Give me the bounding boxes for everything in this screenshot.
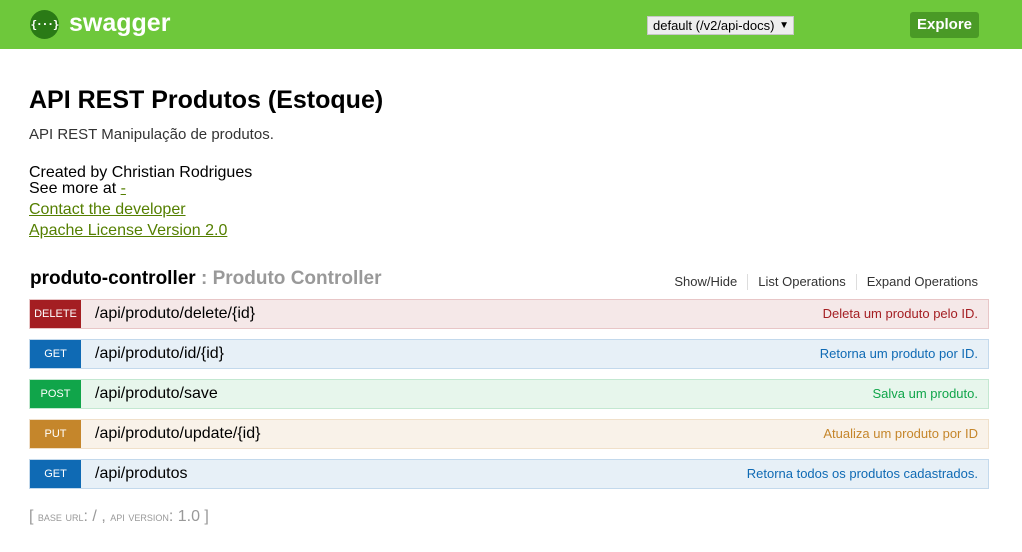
method-badge[interactable]: PUT — [30, 420, 81, 448]
see-more-link[interactable]: - — [121, 180, 126, 197]
method-badge[interactable]: DELETE — [30, 300, 81, 328]
method-badge[interactable]: POST — [30, 380, 81, 408]
method-badge[interactable]: GET — [30, 340, 81, 368]
operation-path[interactable]: /api/produto/delete/{id} — [95, 300, 255, 328]
base-url-label: base url — [37, 509, 84, 524]
resource-options: Show/Hide List Operations Expand Operati… — [664, 274, 988, 290]
operation-summary[interactable]: Deleta um produto pelo ID. — [823, 300, 978, 328]
operation-path[interactable]: /api/produto/save — [95, 380, 218, 408]
swagger-logo-text[interactable]: swagger — [69, 9, 170, 38]
operation-path[interactable]: /api/produto/id/{id} — [95, 340, 224, 368]
expand-operations-link[interactable]: Expand Operations — [855, 274, 988, 290]
footer-close-bracket: ] — [204, 508, 209, 525]
resource-separator: : — [195, 268, 213, 289]
operation-path[interactable]: /api/produto/update/{id} — [95, 420, 260, 448]
resource-name[interactable]: produto-controller — [30, 268, 196, 289]
resource-heading[interactable]: produto-controller : Produto Controller — [30, 268, 381, 290]
show-hide-link[interactable]: Show/Hide — [664, 274, 747, 290]
operation-summary[interactable]: Retorna um produto por ID. — [820, 340, 978, 368]
explore-button[interactable]: Explore — [910, 12, 979, 38]
contact-developer-link[interactable]: Contact the developer — [29, 201, 186, 219]
see-more-line: See more at - — [29, 180, 126, 198]
footer-open-bracket: [ — [29, 508, 38, 525]
base-url-value: : / , — [83, 508, 111, 525]
operation-row-put[interactable]: PUT /api/produto/update/{id} Atualiza um… — [29, 419, 989, 449]
api-description: API REST Manipulação de produtos. — [29, 126, 274, 143]
operation-row-get-all[interactable]: GET /api/produtos Retorna todos os produ… — [29, 459, 989, 489]
api-version-label: api version — [110, 509, 169, 524]
method-badge[interactable]: GET — [30, 460, 81, 488]
api-version-value: : 1.0 — [168, 508, 205, 525]
list-operations-link[interactable]: List Operations — [747, 274, 855, 290]
page-title: API REST Produtos (Estoque) — [29, 86, 384, 114]
top-header: {···} swagger default (/v2/api-docs) ▼ E… — [0, 0, 1022, 49]
operation-summary[interactable]: Retorna todos os produtos cadastrados. — [747, 460, 978, 488]
see-more-prefix: See more at — [29, 180, 121, 197]
api-footer: [ base url: / , api version: 1.0 ] — [29, 508, 209, 526]
operation-summary[interactable]: Salva um produto. — [872, 380, 978, 408]
license-link[interactable]: Apache License Version 2.0 — [29, 222, 227, 240]
operation-row-post[interactable]: POST /api/produto/save Salva um produto. — [29, 379, 989, 409]
operation-row-get[interactable]: GET /api/produto/id/{id} Retorna um prod… — [29, 339, 989, 369]
operation-row-delete[interactable]: DELETE /api/produto/delete/{id} Deleta u… — [29, 299, 989, 329]
swagger-logo-icon[interactable]: {···} — [30, 10, 60, 39]
operation-summary[interactable]: Atualiza um produto por ID — [823, 420, 978, 448]
operation-path[interactable]: /api/produtos — [95, 460, 188, 488]
resource-description: Produto Controller — [212, 268, 382, 289]
chevron-down-icon: ▼ — [779, 20, 789, 31]
api-spec-select[interactable]: default (/v2/api-docs) ▼ — [647, 16, 794, 35]
api-spec-select-value: default (/v2/api-docs) — [653, 18, 775, 33]
